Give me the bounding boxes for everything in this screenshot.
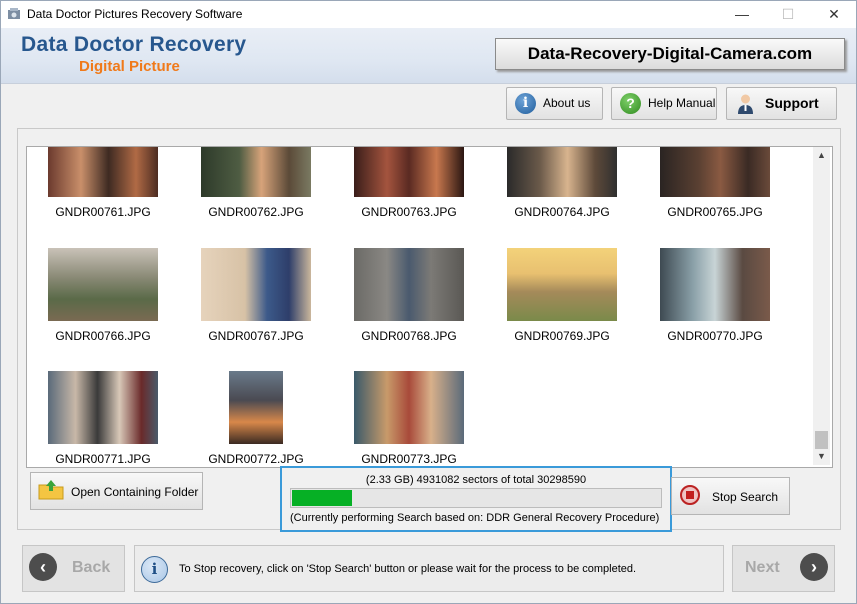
close-button[interactable]: ✕ [811, 1, 856, 28]
header-banner: Data Doctor Recovery Digital Picture Dat… [1, 28, 856, 84]
thumbnail-image [660, 248, 770, 321]
stop-search-label: Stop Search [712, 490, 779, 504]
back-label: Back [72, 559, 111, 576]
status-message: To Stop recovery, click on 'Stop Search'… [179, 563, 637, 575]
next-label: Next [745, 559, 780, 576]
thumbnail-filename: GNDR00772.JPG [208, 452, 304, 466]
thumbnail-filename: GNDR00767.JPG [208, 329, 304, 343]
window-title: Data Doctor Pictures Recovery Software [27, 7, 243, 21]
thumbnail-image [229, 371, 283, 444]
back-button[interactable]: ‹ Back [22, 545, 125, 592]
open-folder-label: Open Containing Folder [71, 485, 199, 499]
about-us-button[interactable]: i About us [506, 87, 603, 120]
thumbnail-image [354, 248, 464, 321]
thumbnail-item[interactable]: GNDR00764.JPG [497, 147, 627, 227]
thumbnail-item[interactable]: GNDR00762.JPG [191, 147, 321, 227]
thumbnail-image [48, 147, 158, 197]
open-containing-folder-button[interactable]: Open Containing Folder [30, 472, 203, 510]
scrollbar-thumb[interactable] [815, 431, 828, 449]
progress-panel: (2.33 GB) 4931082 sectors of total 30298… [280, 466, 672, 532]
scroll-down-arrow-icon[interactable]: ▼ [813, 448, 830, 465]
folder-icon [38, 480, 64, 500]
info-icon: i [515, 93, 536, 114]
thumbnail-item[interactable]: GNDR00766.JPG [38, 248, 168, 348]
thumbnail-image [48, 371, 158, 444]
progress-bar [290, 488, 662, 508]
thumbnail-item[interactable]: GNDR00765.JPG [650, 147, 780, 227]
thumbnail-image [201, 248, 311, 321]
status-message-bar: i To Stop recovery, click on 'Stop Searc… [134, 545, 724, 592]
brand-title: Data Doctor Recovery [21, 33, 247, 56]
thumbnail-filename: GNDR00769.JPG [514, 329, 610, 343]
about-us-label: About us [543, 96, 591, 110]
website-label: Data-Recovery-Digital-Camera.com [495, 38, 845, 70]
thumbnail-image [354, 371, 464, 444]
info-icon: i [141, 556, 168, 583]
thumbnail-filename: GNDR00771.JPG [55, 452, 151, 466]
thumbnail-filename: GNDR00768.JPG [361, 329, 457, 343]
thumbnail-image [507, 248, 617, 321]
progress-bar-fill [292, 490, 352, 506]
thumbnail-filename: GNDR00764.JPG [514, 205, 610, 219]
stop-search-button[interactable]: Stop Search [671, 477, 790, 515]
thumbnail-item[interactable]: GNDR00769.JPG [497, 248, 627, 348]
thumbnail-filename: GNDR00766.JPG [55, 329, 151, 343]
thumbnail-item[interactable]: GNDR00770.JPG [650, 248, 780, 348]
support-button[interactable]: Support [726, 87, 837, 120]
help-manual-label: Help Manual [648, 96, 716, 110]
thumbnail-item[interactable]: GNDR00763.JPG [344, 147, 474, 227]
scroll-up-arrow-icon[interactable]: ▲ [813, 147, 830, 164]
stop-icon [680, 485, 700, 505]
thumbnail-image [48, 248, 158, 321]
thumbnail-image [660, 147, 770, 197]
thumbnail-filename: GNDR00763.JPG [361, 205, 457, 219]
thumbnail-image [354, 147, 464, 197]
thumbnail-filename: GNDR00761.JPG [55, 205, 151, 219]
thumbnail-item[interactable]: GNDR00772.JPG [191, 371, 321, 467]
maximize-button[interactable]: ☐ [765, 1, 811, 28]
thumbnail-image [201, 147, 311, 197]
thumbnail-filename: GNDR00762.JPG [208, 205, 304, 219]
support-person-icon [738, 94, 753, 114]
thumbnail-item[interactable]: GNDR00761.JPG [38, 147, 168, 227]
thumbnail-item[interactable]: GNDR00768.JPG [344, 248, 474, 348]
thumbnail-item[interactable]: GNDR00771.JPG [38, 371, 168, 467]
progress-sectors-text: (2.33 GB) 4931082 sectors of total 30298… [365, 474, 587, 486]
gallery-scrollbar[interactable]: ▲ ▼ [813, 147, 830, 465]
help-manual-button[interactable]: ? Help Manual [611, 87, 717, 120]
thumbnail-filename: GNDR00773.JPG [361, 452, 457, 466]
thumbnail-filename: GNDR00765.JPG [667, 205, 763, 219]
thumbnail-item[interactable]: GNDR00767.JPG [191, 248, 321, 348]
brand-subtitle: Digital Picture [79, 58, 180, 75]
thumbnail-image [507, 147, 617, 197]
minimize-button[interactable]: — [719, 1, 765, 28]
title-bar: Data Doctor Pictures Recovery Software —… [1, 1, 856, 28]
thumbnail-gallery[interactable]: GNDR00761.JPG GNDR00762.JPG GNDR00763.JP… [26, 146, 833, 468]
thumbnail-item[interactable]: GNDR00773.JPG [344, 371, 474, 467]
app-icon [8, 8, 20, 19]
back-arrow-icon: ‹ [29, 553, 57, 581]
next-arrow-icon: › [800, 553, 828, 581]
app-window: Data Doctor Pictures Recovery Software —… [0, 0, 857, 604]
next-button[interactable]: Next › [732, 545, 835, 592]
thumbnail-filename: GNDR00770.JPG [667, 329, 763, 343]
progress-status-text: (Currently performing Search based on: D… [290, 512, 660, 524]
support-label: Support [765, 95, 819, 111]
help-icon: ? [620, 93, 641, 114]
